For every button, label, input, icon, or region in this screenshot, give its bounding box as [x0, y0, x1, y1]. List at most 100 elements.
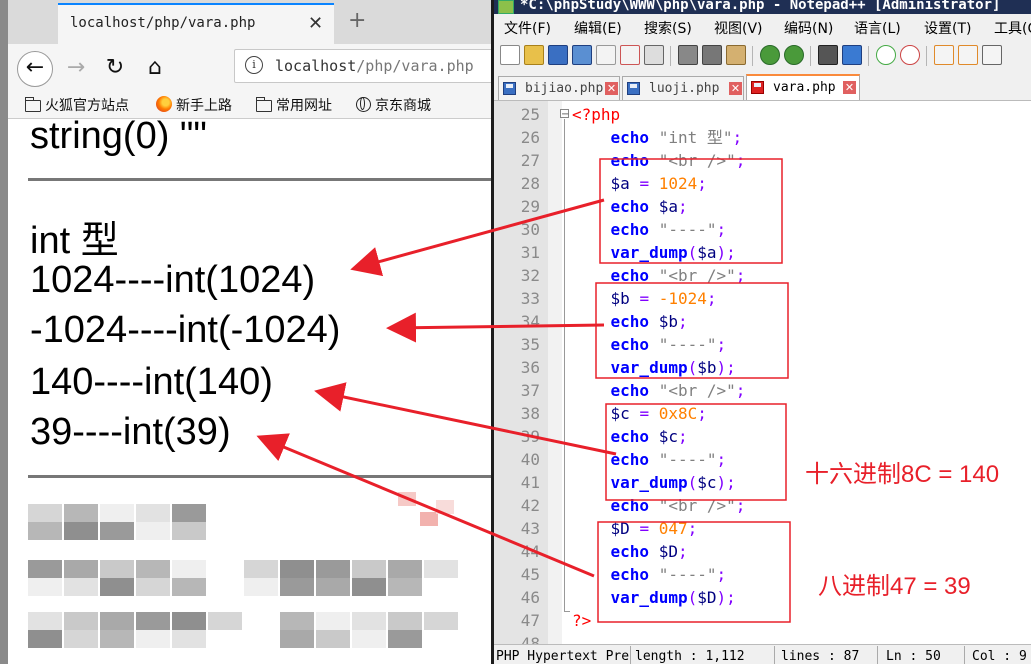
code-line: var_dump($a); [610, 243, 736, 262]
menu-edit[interactable]: 编辑(E) [574, 18, 622, 38]
fold-toggle-icon[interactable]: − [560, 109, 569, 120]
zoom-in-icon[interactable] [876, 45, 896, 65]
bookmark-jd-mall[interactable]: 京东商城 [356, 95, 431, 115]
divider [28, 475, 491, 478]
toolbar [494, 40, 1031, 70]
line-number: 31 [520, 243, 540, 262]
line-number: 44 [520, 542, 540, 561]
sync-vertical-icon[interactable] [934, 45, 954, 65]
toolbar-separator [810, 46, 811, 66]
line-number: 25 [520, 105, 540, 124]
status-separator [877, 646, 878, 664]
menu-tools[interactable]: 工具(O) [994, 18, 1031, 38]
find-icon[interactable] [818, 45, 838, 65]
close-tab-icon[interactable]: ✕ [843, 81, 856, 94]
blur-pixel [424, 612, 458, 630]
file-tab-vara[interactable]: vara.php ✕ [746, 74, 860, 100]
url-bar[interactable]: i localhost/php/vara.php [234, 49, 491, 83]
toolbar-separator [752, 46, 753, 66]
line-number: 39 [520, 427, 540, 446]
code-line: var_dump($D); [610, 588, 736, 607]
status-column: Col : 9 [972, 649, 1027, 664]
output-int-heading: int 型 [30, 220, 119, 262]
close-tab-icon[interactable]: ✕ [729, 82, 742, 95]
blur-pixel [172, 504, 206, 522]
copy-icon[interactable] [702, 45, 722, 65]
open-file-icon[interactable] [524, 45, 544, 65]
browser-tab-vara[interactable]: localhost/php/vara.php ✕ [58, 3, 334, 44]
menu-search[interactable]: 搜索(S) [644, 18, 692, 38]
blur-pixel [100, 504, 134, 522]
bookmark-common-sites[interactable]: 常用网址 [255, 95, 332, 115]
code-line: echo "----"; [610, 335, 727, 354]
blur-pixel [28, 560, 62, 578]
code-line: $b = -1024; [610, 289, 717, 308]
word-wrap-icon[interactable] [982, 45, 1002, 65]
line-number: 41 [520, 473, 540, 492]
code-editor[interactable]: 25 26 27 28 29 30 31 32 33 34 35 36 37 38 39 40 41 42 43 44… [494, 101, 1031, 653]
blur-pixel [28, 522, 62, 540]
zoom-out-icon[interactable] [900, 45, 920, 65]
cut-icon[interactable] [678, 45, 698, 65]
line-number: 45 [520, 565, 540, 584]
hex-annotation: 十六进制8C = 140 [805, 461, 1000, 488]
file-tab-bijiao[interactable]: bijiao.php ✕ [498, 76, 620, 100]
menu-settings[interactable]: 设置(T) [924, 18, 971, 38]
blur-pixel [352, 630, 386, 648]
firefox-window: localhost/php/vara.php ✕ + ← → ↻ ⌂ i loc… [0, 0, 491, 664]
bookmark-label: 常用网址 [276, 98, 332, 114]
page-info-icon[interactable]: i [245, 56, 263, 74]
line-number: 46 [520, 588, 540, 607]
menu-encoding[interactable]: 编码(N) [784, 18, 833, 38]
new-file-icon[interactable] [500, 45, 520, 65]
close-tab-icon[interactable]: ✕ [605, 82, 618, 95]
globe-icon [356, 97, 371, 112]
blur-pixel [388, 630, 422, 648]
file-tab-luoji[interactable]: luoji.php ✕ [622, 76, 744, 100]
blur-pixel [352, 612, 386, 630]
bookmark-getting-started[interactable]: 新手上路 [156, 95, 232, 115]
menu-file[interactable]: 文件(F) [504, 18, 551, 38]
toolbar-separator [670, 46, 671, 66]
blur-pixel [208, 612, 242, 630]
browser-tab-bar: localhost/php/vara.php ✕ + [0, 0, 491, 44]
code-line: echo $c; [610, 427, 688, 446]
line-number: 28 [520, 174, 540, 193]
menu-view[interactable]: 视图(V) [714, 18, 763, 38]
blur-pixel [316, 630, 350, 648]
output-line-a: 1024----int(1024) [30, 259, 316, 301]
save-icon[interactable] [548, 45, 568, 65]
window-edge [0, 0, 8, 664]
new-tab-icon[interactable]: + [348, 8, 366, 33]
code-line: var_dump($b); [610, 358, 736, 377]
code-line: echo "----"; [610, 220, 727, 239]
bookmark-firefox-official[interactable]: 火狐官方站点 [24, 95, 129, 115]
sync-horizontal-icon[interactable] [958, 45, 978, 65]
blur-pixel [352, 578, 386, 596]
save-all-icon[interactable] [572, 45, 592, 65]
blur-pixel [136, 578, 170, 596]
paste-icon[interactable] [726, 45, 746, 65]
file-tab-label: bijiao.php [525, 81, 604, 96]
close-file-icon[interactable] [596, 45, 616, 65]
line-number: 35 [520, 335, 540, 354]
close-tab-icon[interactable]: ✕ [308, 13, 323, 34]
forward-arrow-icon[interactable]: → [61, 53, 91, 83]
menu-bar: 文件(F) 编辑(E) 搜索(S) 视图(V) 编码(N) 语言(L) 设置(T… [494, 14, 1031, 38]
line-number-gutter: 25 26 27 28 29 30 31 32 33 34 35 36 37 38 39 40 41 42 43 44… [494, 101, 548, 653]
blur-pixel [172, 630, 206, 648]
blur-pixel [244, 560, 278, 578]
status-lines: lines : 87 [781, 649, 860, 664]
blur-pixel [172, 522, 206, 540]
reload-icon[interactable]: ↻ [100, 53, 130, 83]
print-icon[interactable] [644, 45, 664, 65]
menu-language[interactable]: 语言(L) [854, 18, 901, 38]
blur-pixel [280, 578, 314, 596]
undo-icon[interactable] [760, 45, 780, 65]
home-icon[interactable]: ⌂ [140, 53, 170, 83]
back-arrow-icon[interactable]: ← [17, 51, 53, 87]
redo-icon[interactable] [784, 45, 804, 65]
url-text: localhost/php/vara.php [275, 57, 474, 75]
replace-icon[interactable] [842, 45, 862, 65]
close-all-icon[interactable] [620, 45, 640, 65]
